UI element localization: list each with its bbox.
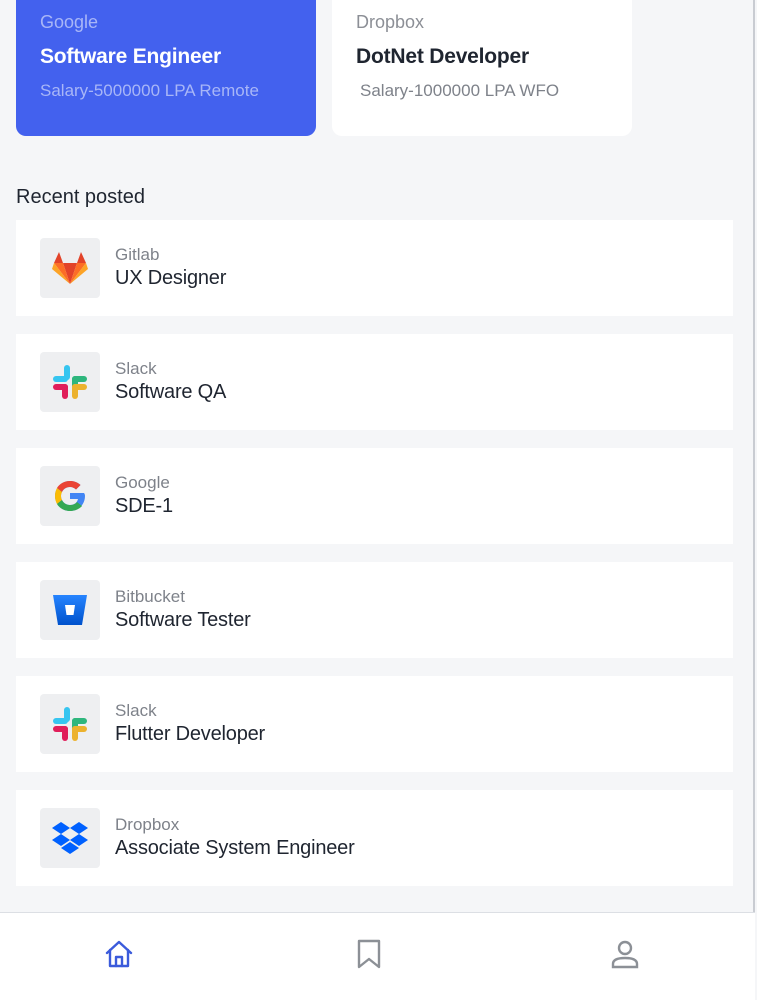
slack-logo-icon bbox=[40, 694, 100, 754]
featured-job-company: Google bbox=[40, 12, 99, 32]
featured-job-title: DotNet Developer bbox=[356, 45, 530, 68]
nav-home[interactable] bbox=[0, 913, 248, 1000]
nav-bookmarks[interactable] bbox=[248, 913, 500, 1000]
featured-job-company: Dropbox bbox=[356, 12, 425, 32]
job-company: Dropbox bbox=[115, 815, 180, 834]
job-title: UX Designer bbox=[115, 267, 227, 289]
bottom-navigation bbox=[0, 912, 755, 1000]
job-company: Bitbucket bbox=[115, 587, 185, 606]
job-title: Software QA bbox=[115, 381, 227, 403]
featured-job-title: Software Engineer bbox=[40, 45, 221, 68]
job-card[interactable]: Gitlab UX Designer bbox=[16, 220, 733, 316]
featured-job-card[interactable]: Google Software Engineer Salary-5000000 … bbox=[16, 0, 316, 136]
featured-job-salary: Salary-1000000 LPA WFO bbox=[360, 81, 560, 100]
job-card[interactable]: Google SDE-1 bbox=[16, 448, 733, 544]
gitlab-logo-icon bbox=[40, 238, 100, 298]
job-card[interactable]: Slack Flutter Developer bbox=[16, 676, 733, 772]
google-logo-icon bbox=[40, 466, 100, 526]
recent-jobs-list: Gitlab UX Designer Slack Software QA Goo… bbox=[16, 220, 733, 904]
profile-icon bbox=[611, 939, 639, 974]
job-title: Software Tester bbox=[115, 609, 251, 631]
dropbox-logo-icon bbox=[40, 808, 100, 868]
home-icon bbox=[104, 939, 134, 974]
bitbucket-logo-icon bbox=[40, 580, 100, 640]
job-title: Associate System Engineer bbox=[115, 837, 355, 859]
job-title: SDE-1 bbox=[115, 495, 173, 517]
job-company: Slack bbox=[115, 701, 157, 720]
job-card[interactable]: Bitbucket Software Tester bbox=[16, 562, 733, 658]
bookmark-icon bbox=[356, 939, 382, 974]
featured-jobs-carousel[interactable]: Google Software Engineer Salary-5000000 … bbox=[16, 0, 756, 136]
job-company: Slack bbox=[115, 359, 157, 378]
recent-posted-heading: Recent posted bbox=[16, 186, 145, 208]
slack-logo-icon bbox=[40, 352, 100, 412]
featured-job-salary: Salary-5000000 LPA Remote bbox=[40, 81, 259, 100]
job-card[interactable]: Slack Software QA bbox=[16, 334, 733, 430]
job-title: Flutter Developer bbox=[115, 723, 265, 745]
job-app-screen: Google Software Engineer Salary-5000000 … bbox=[0, 0, 755, 1000]
job-card[interactable]: Dropbox Associate System Engineer bbox=[16, 790, 733, 886]
job-company: Gitlab bbox=[115, 245, 160, 264]
nav-profile[interactable] bbox=[499, 913, 755, 1000]
job-company: Google bbox=[115, 473, 170, 492]
featured-job-card[interactable]: Dropbox DotNet Developer Salary-1000000 … bbox=[332, 0, 632, 136]
